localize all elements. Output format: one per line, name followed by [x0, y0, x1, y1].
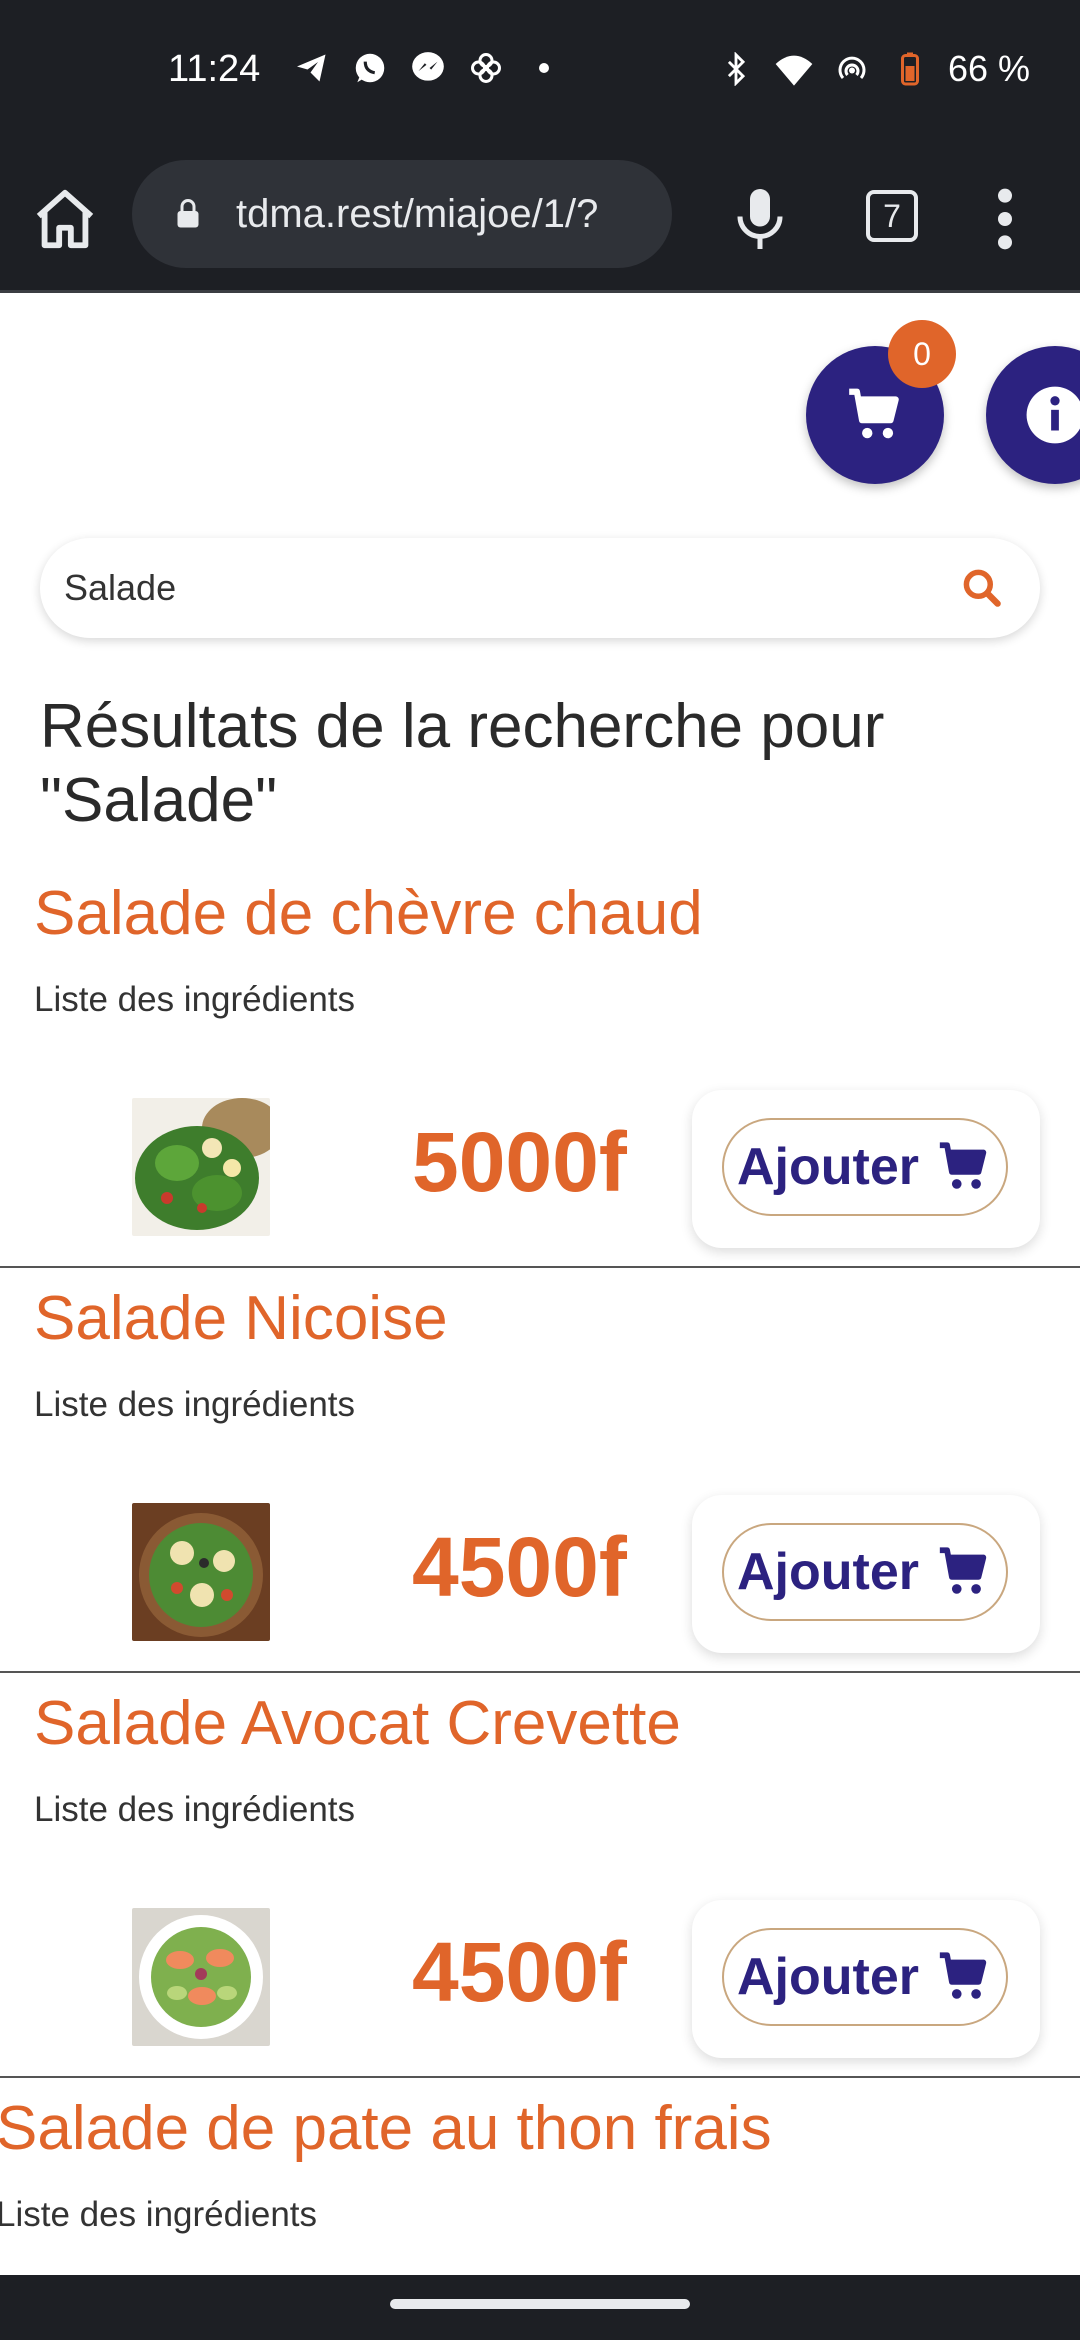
bluetooth-icon	[716, 49, 756, 89]
product-image	[132, 1503, 270, 1641]
pinwheel-icon	[466, 48, 506, 88]
info-icon	[1026, 386, 1080, 444]
search-bar[interactable]: Salade	[40, 538, 1040, 638]
add-button-label: Ajouter	[737, 1138, 919, 1196]
battery-icon	[890, 49, 930, 89]
cart-count-badge: 0	[888, 320, 956, 388]
lock-icon	[177, 199, 199, 228]
divider	[0, 1266, 1080, 1268]
add-to-cart-card: Ajouter	[692, 1900, 1040, 2058]
product-name[interactable]: Salade Avocat Crevette	[34, 1688, 681, 1759]
home-icon[interactable]	[30, 184, 100, 254]
wifi-icon	[774, 49, 814, 89]
add-to-cart-card: Ajouter	[692, 1495, 1040, 1653]
product-name[interactable]: Salade de pate au thon frais	[0, 2093, 772, 2164]
telegram-icon	[292, 48, 332, 88]
add-to-cart-card: Ajouter	[692, 1090, 1040, 1248]
microphone-icon[interactable]	[730, 184, 790, 254]
cart-icon	[939, 1547, 987, 1594]
product-price: 4500f	[412, 1520, 627, 1614]
divider	[0, 1671, 1080, 1673]
notification-icons	[292, 48, 564, 88]
product-price: 4500f	[412, 1925, 627, 2019]
product-price: 5000f	[412, 1115, 627, 1209]
status-bar: 11:24 66 %	[0, 0, 1080, 140]
product-ingredients: Liste des ingrédients	[34, 980, 356, 1019]
product-ingredients: Liste des ingrédients	[34, 1790, 356, 1829]
add-to-cart-button[interactable]: Ajouter	[722, 1928, 1008, 2026]
search-icon[interactable]	[960, 566, 1004, 610]
tab-switcher-button[interactable]: 7	[866, 190, 918, 242]
navigation-bar	[0, 2275, 1080, 2340]
dot-icon	[524, 48, 564, 88]
url-text: tdma.rest/miajoe/1/?	[236, 191, 599, 236]
product-ingredients: Liste des ingrédients	[34, 1385, 356, 1424]
add-button-label: Ajouter	[737, 1948, 919, 2006]
status-time: 11:24	[168, 48, 261, 90]
messenger-icon	[408, 48, 448, 88]
cart-icon	[939, 1142, 987, 1189]
search-input[interactable]: Salade	[64, 567, 960, 609]
product-ingredients: Liste des ingrédients	[0, 2195, 318, 2234]
product-image	[132, 1098, 270, 1236]
product-name[interactable]: Salade de chèvre chaud	[34, 878, 703, 949]
cart-icon	[939, 1952, 987, 1999]
divider	[0, 2076, 1080, 2078]
system-icons: 66 %	[716, 48, 1030, 90]
browser-toolbar: tdma.rest/miajoe/1/? 7	[0, 140, 1080, 293]
product-image	[132, 1908, 270, 2046]
battery-level: 66 %	[947, 48, 1030, 89]
url-bar[interactable]: tdma.rest/miajoe/1/?	[132, 160, 672, 268]
product-name[interactable]: Salade Nicoise	[34, 1283, 448, 1354]
hotspot-icon	[832, 49, 872, 89]
add-button-label: Ajouter	[737, 1543, 919, 1601]
info-button[interactable]	[986, 346, 1080, 484]
add-to-cart-button[interactable]: Ajouter	[722, 1523, 1008, 1621]
add-to-cart-button[interactable]: Ajouter	[722, 1118, 1008, 1216]
more-menu-icon[interactable]	[990, 184, 1020, 254]
cart-icon	[849, 388, 899, 439]
results-title: Résultats de la recherche pour "Salade"	[40, 692, 885, 835]
whatsapp-icon	[350, 48, 390, 88]
gesture-handle[interactable]	[390, 2299, 690, 2309]
